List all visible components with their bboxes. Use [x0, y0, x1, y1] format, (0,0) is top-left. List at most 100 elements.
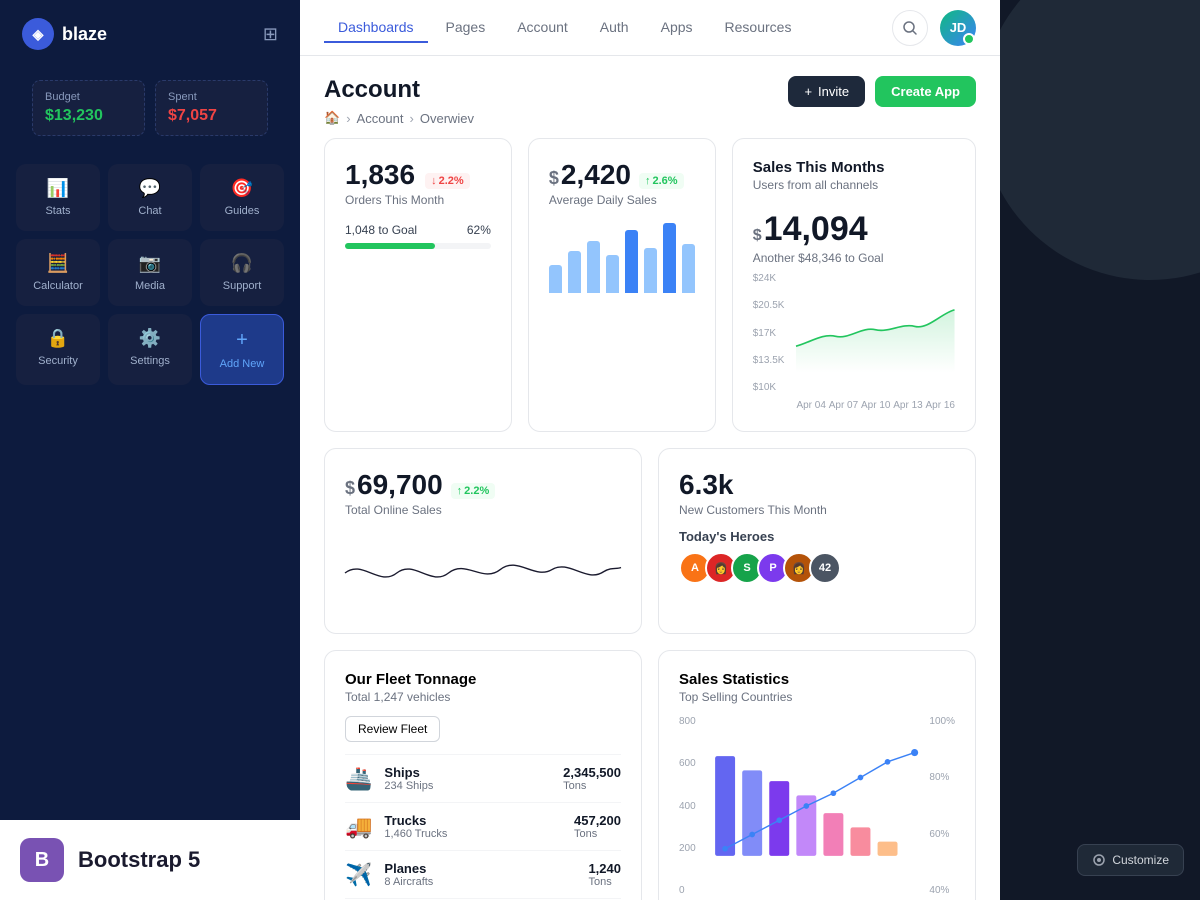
ships-count: 234 Ships	[384, 780, 433, 792]
daily-sales-prefix: $	[549, 168, 559, 189]
menu-icon[interactable]: ⊞	[263, 24, 278, 45]
fleet-subtitle: Total 1,247 vehicles	[345, 690, 621, 704]
sales-chart-area	[708, 716, 922, 896]
top-nav-actions: JD	[892, 10, 976, 46]
heroes-label: Today's Heroes	[679, 529, 955, 544]
plane-icon: ✈️	[345, 862, 372, 888]
dot-7	[884, 759, 890, 765]
sy-1: 800	[679, 716, 696, 727]
line-chart-svg	[796, 273, 955, 393]
bootstrap-text: Bootstrap 5	[78, 847, 200, 873]
create-app-button[interactable]: Create App	[875, 76, 976, 107]
budget-card: Budget $13,230	[32, 80, 145, 136]
sales-month-title: Sales This Months	[753, 159, 955, 176]
support-icon: 🎧	[231, 253, 253, 274]
invite-plus-icon: +	[804, 84, 812, 99]
sy-4: 200	[679, 843, 696, 854]
review-fleet-button[interactable]: Review Fleet	[345, 716, 440, 742]
tab-account[interactable]: Account	[503, 13, 582, 43]
customers-value: 6.3k	[679, 469, 955, 501]
bar-5	[625, 230, 638, 293]
sidebar-item-security[interactable]: 🔒 Security	[16, 314, 100, 385]
support-label: Support	[223, 280, 262, 292]
sales-stats-title: Sales Statistics	[679, 671, 955, 688]
tab-pages[interactable]: Pages	[432, 13, 500, 43]
sales-note: Another $48,346 to Goal	[753, 251, 955, 265]
orders-change: 2.2%	[439, 175, 464, 187]
breadcrumb-account[interactable]: Account	[357, 111, 404, 126]
sales-chart-inner: $24K $20.5K $17K $13.5K $10K	[753, 273, 955, 411]
sales-stats-svg	[708, 716, 922, 896]
planes-count: 8 Aircrafts	[384, 876, 433, 888]
orders-arrow-icon: ↓	[431, 175, 437, 187]
x-label-5: Apr 16	[926, 400, 955, 411]
daily-sales-badge: ↑ 2.6%	[639, 173, 684, 189]
x-label-1: Apr 04	[796, 400, 825, 411]
online-sales-value: 69,700	[357, 469, 443, 501]
wavy-svg	[345, 533, 621, 613]
sales-month-card: Sales This Months Users from all channel…	[732, 138, 976, 432]
sales-chart: $24K $20.5K $17K $13.5K $10K	[753, 273, 955, 411]
bar-2	[568, 251, 581, 293]
fleet-trucks-info: Trucks 1,460 Trucks	[384, 813, 447, 840]
tab-apps[interactable]: Apps	[647, 13, 707, 43]
bar-col-6	[850, 827, 870, 855]
stats-label: Stats	[45, 205, 70, 217]
online-sales-header: $ 69,700 ↑ 2.2%	[345, 469, 621, 501]
tab-resources[interactable]: Resources	[711, 13, 806, 43]
sales-stats-chart: 800 600 400 200 0	[679, 716, 955, 896]
page-title-area: Account 🏠 › Account › Overwiev	[324, 76, 474, 126]
customize-button[interactable]: Customize	[1077, 844, 1184, 876]
user-avatar[interactable]: JD	[940, 10, 976, 46]
tab-auth[interactable]: Auth	[586, 13, 643, 43]
sidebar-item-add-new[interactable]: + Add New	[200, 314, 284, 385]
hero-5-img: 👩	[792, 562, 806, 575]
right-panel: Customize	[1000, 0, 1200, 900]
security-icon: 🔒	[47, 328, 69, 349]
spent-card: Spent $7,057	[155, 80, 268, 136]
sidebar-item-settings[interactable]: ⚙️ Settings	[108, 314, 192, 385]
logo-icon: ◈	[22, 18, 54, 50]
sidebar: ◈ blaze ⊞ Budget $13,230 Spent $7,057 📊 …	[0, 0, 300, 900]
sidebar-item-stats[interactable]: 📊 Stats	[16, 164, 100, 231]
x-axis: Apr 04 Apr 07 Apr 10 Apr 13 Apr 16	[796, 400, 955, 411]
fleet-ships-info: Ships 234 Ships	[384, 765, 433, 792]
online-sales-card: $ 69,700 ↑ 2.2% Total Online Sales	[324, 448, 642, 634]
media-label: Media	[135, 280, 165, 292]
y-label-3: $17K	[753, 328, 785, 339]
sales-stats-subtitle: Top Selling Countries	[679, 690, 955, 704]
sy-3: 400	[679, 801, 696, 812]
search-button[interactable]	[892, 10, 928, 46]
breadcrumb-home[interactable]: 🏠	[324, 110, 340, 126]
wavy-chart	[345, 533, 621, 613]
sidebar-item-media[interactable]: 📷 Media	[108, 239, 192, 306]
fleet-trucks-left: 🚚 Trucks 1,460 Trucks	[345, 813, 447, 840]
y-axis: $24K $20.5K $17K $13.5K $10K	[753, 273, 789, 393]
bar-1	[549, 265, 562, 293]
planes-name: Planes	[384, 861, 433, 876]
heroes-section: Today's Heroes A 👩 S P 👩 42	[679, 529, 955, 584]
sidebar-item-calculator[interactable]: 🧮 Calculator	[16, 239, 100, 306]
orders-card: 1,836 ↓ 2.2% Orders This Month 1,048 to …	[324, 138, 512, 432]
page-title: Account	[324, 76, 474, 104]
bar-chart	[549, 223, 695, 293]
bar-4	[606, 255, 619, 294]
sidebar-item-guides[interactable]: 🎯 Guides	[200, 164, 284, 231]
stats-row-2: $ 69,700 ↑ 2.2% Total Online Sales	[324, 448, 976, 634]
sidebar-item-chat[interactable]: 💬 Chat	[108, 164, 192, 231]
breadcrumb-sep1: ›	[346, 111, 350, 126]
bootstrap-icon: B	[20, 838, 64, 882]
orders-value: 1,836	[345, 159, 415, 191]
invite-label: Invite	[818, 84, 849, 99]
invite-button[interactable]: + Invite	[788, 76, 865, 107]
guides-icon: 🎯	[231, 178, 253, 199]
security-label: Security	[38, 355, 78, 367]
daily-sales-arrow: ↑	[645, 175, 651, 187]
pct-3: 60%	[929, 829, 955, 840]
y-label-5: $10K	[753, 382, 785, 393]
tab-dashboards[interactable]: Dashboards	[324, 13, 428, 43]
spent-label: Spent	[168, 91, 255, 103]
settings-label: Settings	[130, 355, 170, 367]
sidebar-item-support[interactable]: 🎧 Support	[200, 239, 284, 306]
dot-5	[830, 790, 836, 796]
